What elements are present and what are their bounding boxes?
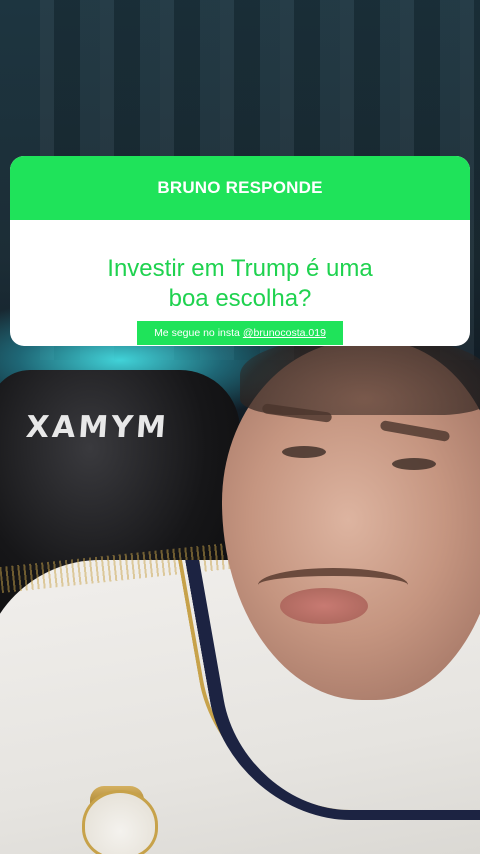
- card-title: BRUNO RESPONDE: [157, 178, 323, 197]
- follow-banner: Me segue no insta @brunocosta.019: [137, 321, 343, 345]
- question-line-2: boa escolha?: [168, 285, 312, 312]
- club-crest: [82, 790, 158, 854]
- lips: [280, 588, 368, 624]
- left-eye: [282, 446, 326, 458]
- follow-text: Me segue no insta: [154, 327, 240, 339]
- chair-logo: XAMYM: [24, 410, 171, 445]
- right-eye: [392, 458, 436, 470]
- person-hair: [240, 335, 480, 415]
- card-header: BRUNO RESPONDE: [10, 156, 470, 220]
- question-line-1: Investir em Trump é uma: [107, 255, 373, 282]
- video-background: XAMYM: [0, 0, 480, 854]
- instagram-handle-link[interactable]: @brunocosta.019: [243, 327, 326, 339]
- question-card: BRUNO RESPONDE Investir em Trump é uma b…: [10, 156, 470, 346]
- question-text: Investir em Trump é uma boa escolha?: [10, 254, 470, 314]
